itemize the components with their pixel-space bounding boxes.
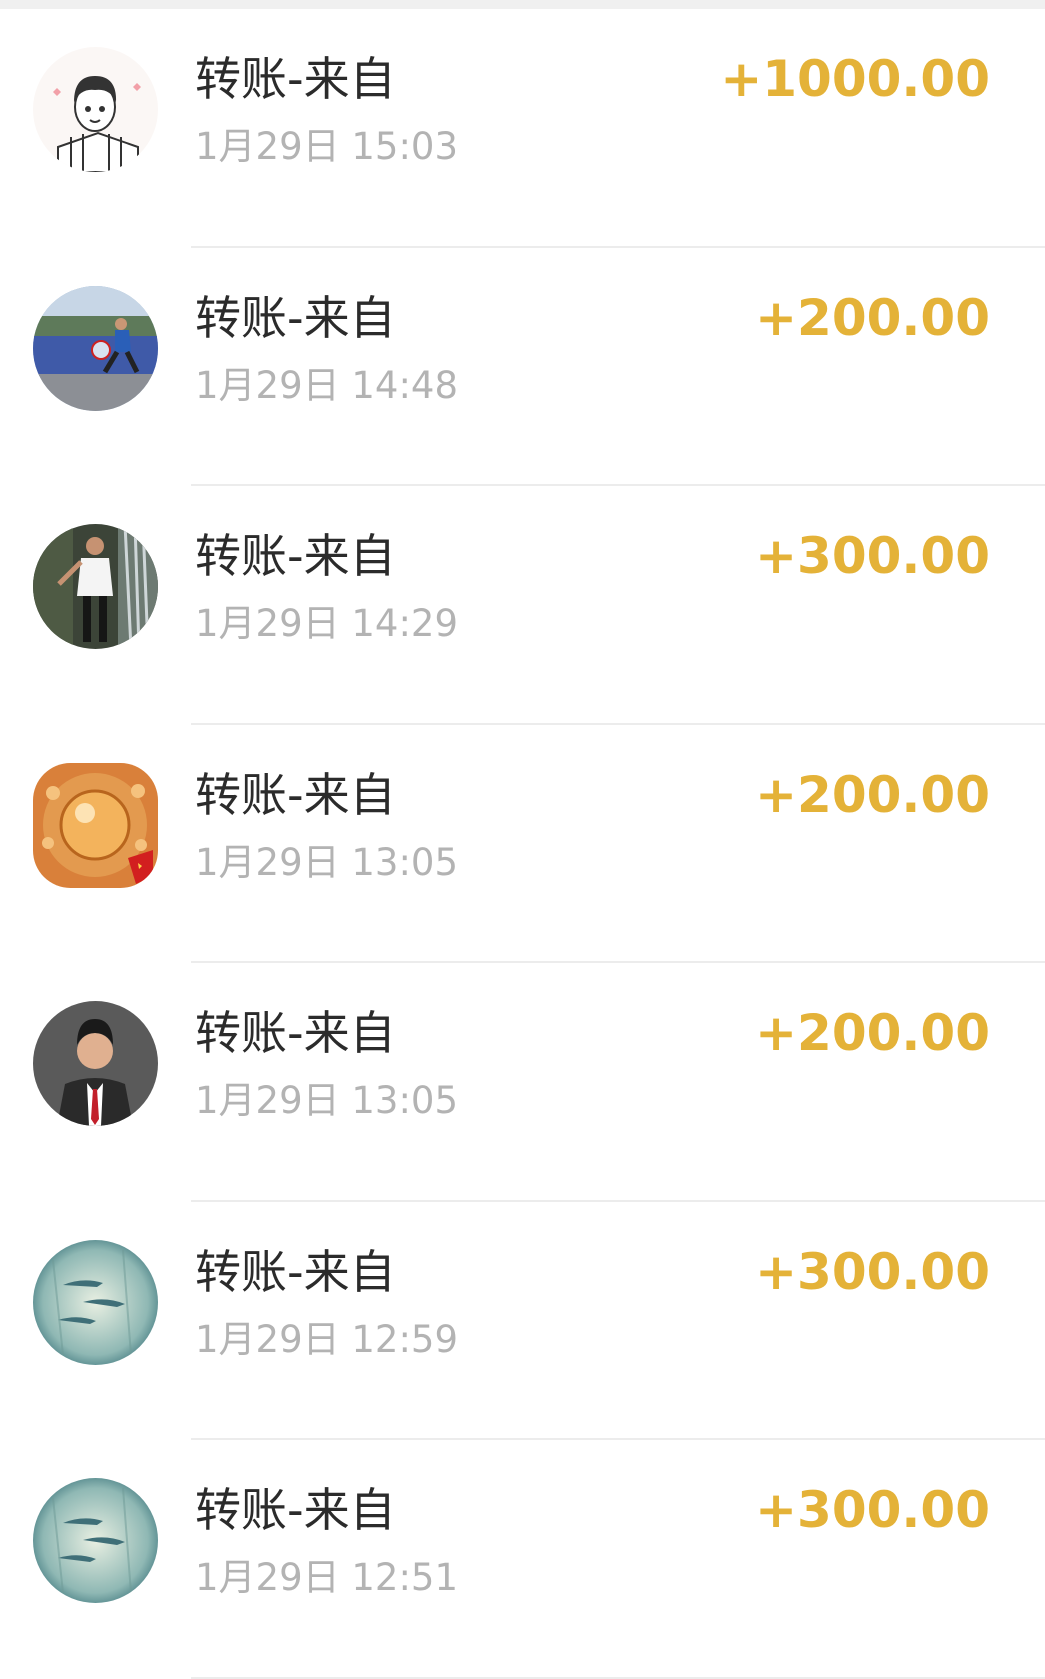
row-divider	[191, 1676, 1045, 1679]
transaction-row[interactable]: 转账-来自 1月29日 14:29 +300.00	[0, 486, 1045, 725]
transaction-time: 1月29日 14:29	[195, 602, 459, 645]
transaction-title: 转账-来自	[195, 1006, 396, 1060]
transaction-list: 转账-来自 1月29日 15:03 +1000.00 转账-来自 1月29日 1…	[0, 9, 1045, 1679]
transaction-time: 1月29日 14:48	[195, 363, 459, 407]
transaction-amount: +300.00	[755, 1481, 990, 1539]
transaction-time: 1月29日 15:03	[195, 125, 459, 168]
transaction-row[interactable]: 转账-来自 1月29日 12:59 +300.00	[0, 1202, 1045, 1440]
transaction-amount: +200.00	[755, 288, 990, 347]
golden-ornament-avatar	[33, 762, 158, 888]
runner-photo-avatar	[33, 285, 158, 411]
top-strip	[0, 0, 1045, 9]
transaction-time: 1月29日 13:05	[195, 840, 459, 884]
teal-fish-avatar	[33, 1239, 158, 1365]
transaction-title: 转账-来自	[195, 1483, 396, 1537]
transaction-title: 转账-来自	[195, 52, 396, 106]
transaction-amount: +200.00	[755, 1004, 990, 1062]
man-in-suit-avatar	[33, 1001, 158, 1126]
cartoon-boy-avatar	[33, 47, 158, 172]
teal-fish-avatar	[33, 1478, 158, 1603]
transaction-amount: +1000.00	[720, 50, 990, 108]
man-waterfall-photo-avatar	[33, 524, 158, 649]
transaction-time: 1月29日 12:51	[195, 1556, 459, 1599]
transaction-row[interactable]: 转账-来自 1月29日 13:05 +200.00	[0, 725, 1045, 963]
transaction-time: 1月29日 13:05	[195, 1079, 459, 1122]
transaction-row[interactable]: 转账-来自 1月29日 12:51 +300.00	[0, 1440, 1045, 1679]
transaction-title: 转账-来自	[195, 767, 396, 822]
transaction-amount: +200.00	[755, 765, 990, 824]
transaction-amount: +300.00	[755, 527, 990, 585]
transaction-title: 转账-来自	[195, 290, 396, 345]
transaction-row[interactable]: 转账-来自 1月29日 14:48 +200.00	[0, 248, 1045, 486]
transaction-title: 转账-来自	[195, 529, 396, 583]
transaction-time: 1月29日 12:59	[195, 1317, 459, 1361]
transaction-row[interactable]: 转账-来自 1月29日 15:03 +1000.00	[0, 9, 1045, 248]
transaction-amount: +300.00	[755, 1242, 990, 1301]
transaction-title: 转账-来自	[195, 1244, 396, 1299]
transaction-row[interactable]: 转账-来自 1月29日 13:05 +200.00	[0, 963, 1045, 1202]
